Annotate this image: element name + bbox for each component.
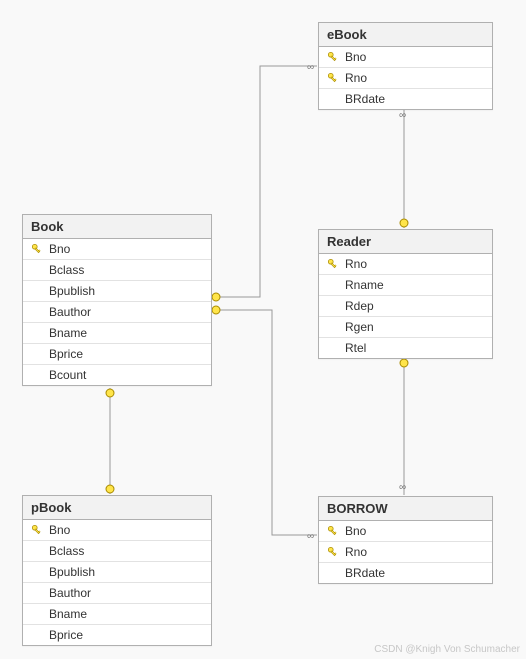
key-icon bbox=[325, 258, 341, 270]
entity-title: Book bbox=[23, 215, 211, 239]
entity-columns: Bno Bclass Bpublish Bauthor Bname Bprice Bcoun… bbox=[23, 239, 211, 385]
svg-text:∞: ∞ bbox=[307, 62, 314, 73]
column-row[interactable]: Bno bbox=[319, 521, 492, 542]
column-row[interactable]: Bno bbox=[23, 239, 211, 260]
key-icon bbox=[29, 524, 45, 536]
column-name: Rname bbox=[341, 278, 384, 292]
column-name: Bname bbox=[45, 326, 87, 340]
entity-book[interactable]: Book Bno Bclass Bpublish Bauthor Bname Bprice… bbox=[22, 214, 212, 386]
entity-columns: Bno Rno BRdate bbox=[319, 47, 492, 109]
svg-text:∞: ∞ bbox=[399, 110, 406, 121]
column-name: Bno bbox=[45, 242, 70, 256]
entity-title: BORROW bbox=[319, 497, 492, 521]
column-name: BRdate bbox=[341, 92, 385, 106]
column-name: Bno bbox=[45, 523, 70, 537]
entity-reader[interactable]: Reader Rno Rname Rdep Rgen Rtel bbox=[318, 229, 493, 359]
column-name: Bpublish bbox=[45, 284, 95, 298]
column-name: Rgen bbox=[341, 320, 374, 334]
entity-title: Reader bbox=[319, 230, 492, 254]
relation-book-ebook: ∞ bbox=[211, 62, 317, 301]
column-row[interactable]: Rtel bbox=[319, 338, 492, 358]
column-name: Bclass bbox=[45, 263, 84, 277]
entity-columns: Bno Rno BRdate bbox=[319, 521, 492, 583]
column-row[interactable]: Rno bbox=[319, 542, 492, 563]
column-name: Bno bbox=[341, 524, 366, 538]
entity-columns: Bno Bclass Bpublish Bauthor Bname Bprice bbox=[23, 520, 211, 645]
column-name: Rdep bbox=[341, 299, 374, 313]
key-icon bbox=[325, 72, 341, 84]
column-row[interactable]: Bno bbox=[23, 520, 211, 541]
column-name: Bno bbox=[341, 50, 366, 64]
svg-text:∞: ∞ bbox=[399, 482, 406, 493]
column-row[interactable]: BRdate bbox=[319, 89, 492, 109]
column-row[interactable]: Bno bbox=[319, 47, 492, 68]
column-name: Bclass bbox=[45, 544, 84, 558]
column-name: Bpublish bbox=[45, 565, 95, 579]
column-name: Bcount bbox=[45, 368, 86, 382]
column-name: BRdate bbox=[341, 566, 385, 580]
column-row[interactable]: Rno bbox=[319, 68, 492, 89]
column-row[interactable]: Bname bbox=[23, 323, 211, 344]
column-row[interactable]: Bauthor bbox=[23, 583, 211, 604]
relation-reader-ebook: ∞ bbox=[399, 105, 408, 228]
relation-book-borrow: ∞ bbox=[211, 306, 317, 542]
er-diagram-canvas: ∞ ∞ ∞ ∞ eBook Bno Rno BRdate bbox=[0, 0, 526, 659]
entity-pbook[interactable]: pBook Bno Bclass Bpublish Bauthor Bname Bpric… bbox=[22, 495, 212, 646]
column-row[interactable]: Rgen bbox=[319, 317, 492, 338]
column-name: Rno bbox=[341, 71, 367, 85]
svg-text:∞: ∞ bbox=[307, 531, 314, 542]
entity-columns: Rno Rname Rdep Rgen Rtel bbox=[319, 254, 492, 358]
entity-title: eBook bbox=[319, 23, 492, 47]
column-name: Bprice bbox=[45, 628, 83, 642]
key-icon bbox=[325, 51, 341, 63]
column-row[interactable]: Bpublish bbox=[23, 281, 211, 302]
column-name: Rno bbox=[341, 257, 367, 271]
column-row[interactable]: Bprice bbox=[23, 625, 211, 645]
entity-ebook[interactable]: eBook Bno Rno BRdate bbox=[318, 22, 493, 110]
column-row[interactable]: Bpublish bbox=[23, 562, 211, 583]
relation-book-pbook bbox=[106, 388, 114, 494]
column-name: Rtel bbox=[341, 341, 366, 355]
column-name: Bprice bbox=[45, 347, 83, 361]
column-row[interactable]: Bcount bbox=[23, 365, 211, 385]
column-name: Bname bbox=[45, 607, 87, 621]
key-icon bbox=[325, 546, 341, 558]
entity-borrow[interactable]: BORROW Bno Rno BRdate bbox=[318, 496, 493, 584]
watermark-text: CSDN @Knigh Von Schumacher bbox=[374, 644, 520, 655]
column-row[interactable]: Rname bbox=[319, 275, 492, 296]
column-row[interactable]: Bclass bbox=[23, 541, 211, 562]
column-row[interactable]: Bclass bbox=[23, 260, 211, 281]
key-icon bbox=[325, 525, 341, 537]
entity-title: pBook bbox=[23, 496, 211, 520]
relation-reader-borrow: ∞ bbox=[399, 358, 408, 495]
column-row[interactable]: Bauthor bbox=[23, 302, 211, 323]
column-row[interactable]: Bname bbox=[23, 604, 211, 625]
column-name: Bauthor bbox=[45, 586, 91, 600]
column-row[interactable]: BRdate bbox=[319, 563, 492, 583]
column-row[interactable]: Rdep bbox=[319, 296, 492, 317]
column-row[interactable]: Rno bbox=[319, 254, 492, 275]
column-row[interactable]: Bprice bbox=[23, 344, 211, 365]
key-icon bbox=[29, 243, 45, 255]
column-name: Rno bbox=[341, 545, 367, 559]
column-name: Bauthor bbox=[45, 305, 91, 319]
